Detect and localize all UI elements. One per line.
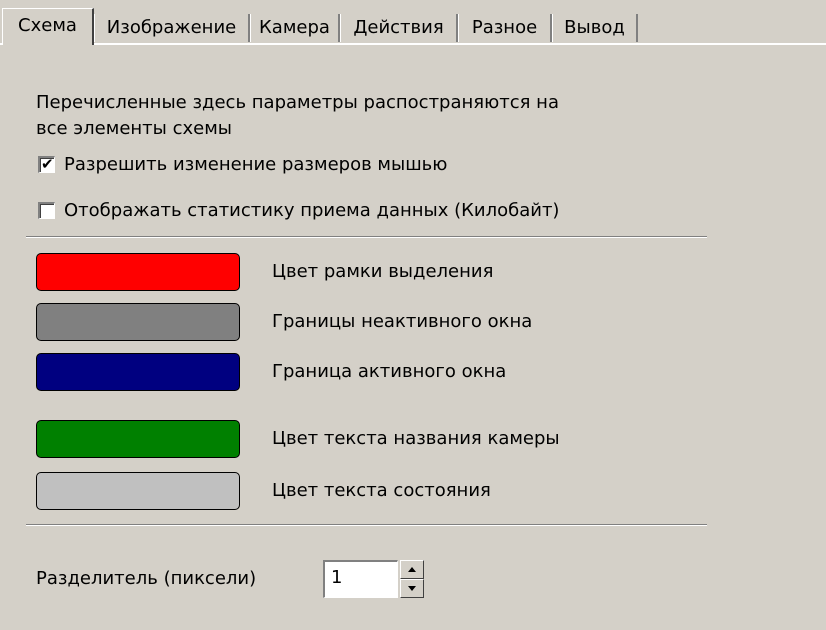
tab-camera[interactable]: Камера [250,14,340,42]
resize-by-mouse-option[interactable]: ✔ Разрешить изменение размеров мышью [38,152,447,176]
active-window-border-color-label: Граница активного окна [272,361,507,382]
active-window-border-color-button[interactable] [36,353,240,391]
description-line-1: Перечисленные здесь параметры распостран… [36,92,559,113]
divider-bottom [26,524,707,526]
inactive-window-border-color-button[interactable] [36,303,240,341]
tab-image[interactable]: Изображение [94,14,250,42]
divider-top [26,236,707,238]
camera-name-text-color-button[interactable] [36,420,240,458]
tab-actions[interactable]: Действия [340,14,458,42]
separator-label: Разделитель (пиксели) [36,568,257,589]
show-stats-checkbox[interactable] [38,201,55,219]
resize-by-mouse-label: Разрешить изменение размеров мышью [64,153,448,175]
description-line-2: все элементы схемы [36,118,233,139]
description-text: Перечисленные здесь параметры распостран… [36,90,636,142]
selection-frame-color-label: Цвет рамки выделения [272,261,494,282]
inactive-window-border-color-label: Границы неактивного окна [272,311,533,332]
tab-misc[interactable]: Разное [458,14,552,42]
status-text-color-button[interactable] [36,472,240,510]
tab-scheme[interactable]: Схема [2,8,94,45]
status-text-color-label: Цвет текста состояния [272,480,491,501]
show-stats-label: Отображать статистику приема данных (Кил… [64,199,560,221]
arrow-down-icon [408,586,416,591]
selection-frame-color-button[interactable] [36,253,240,291]
spin-down-button[interactable] [400,579,424,598]
checkmark-icon: ✔ [41,154,54,173]
spin-up-button[interactable] [400,560,424,579]
tab-strip-border [0,43,826,45]
separator-spinner [400,560,424,598]
tab-strip: Схема Изображение Камера Действия Разное… [0,0,826,45]
separator-input[interactable]: 1 [323,560,398,598]
arrow-up-icon [408,567,416,572]
tab-output[interactable]: Вывод [552,14,638,42]
camera-name-text-color-label: Цвет текста названия камеры [272,428,560,449]
resize-by-mouse-checkbox[interactable]: ✔ [38,154,55,173]
show-stats-option[interactable]: Отображать статистику приема данных (Кил… [38,198,559,222]
